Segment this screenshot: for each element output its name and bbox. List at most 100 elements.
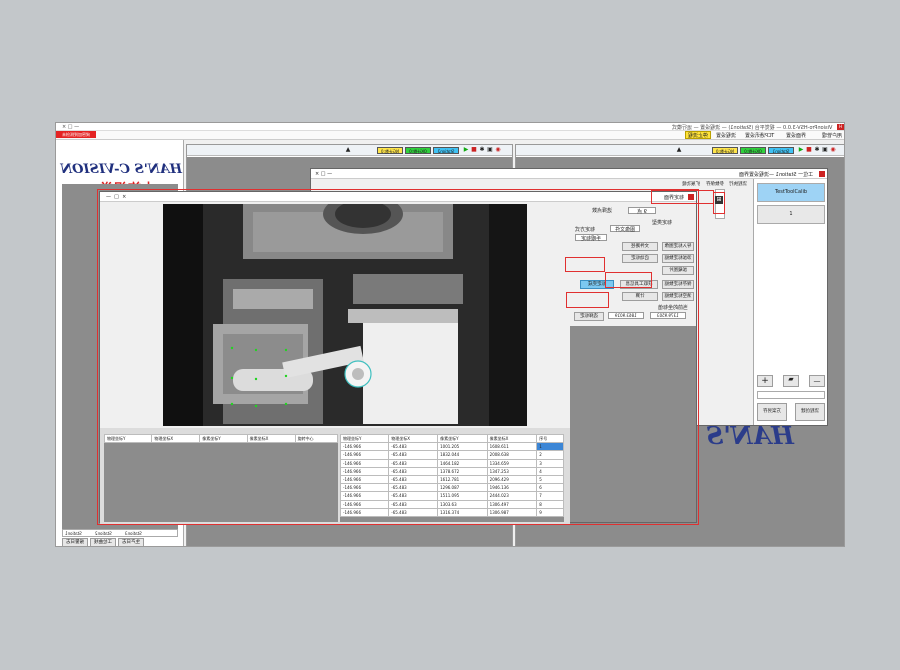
tool-combo[interactable] — [757, 391, 825, 399]
table-row[interactable]: -146.966 -65.483 1316.374 1306.987 9 — [339, 507, 564, 517]
table-cell: 1608.611 — [486, 442, 538, 452]
calib-dialog-title: 标定界面 — [663, 195, 684, 201]
station-curve-button[interactable]: 工位曲线 — [90, 538, 116, 546]
y-coord-field[interactable]: 1863.9019 — [608, 312, 644, 319]
table-row[interactable]: -146.966 -65.483 1001.205 1608.611 1 — [339, 442, 564, 452]
select-point-button[interactable]: 选择标定 — [574, 312, 604, 321]
tab-extension[interactable]: 扩展功能 — [682, 181, 700, 187]
menu-item-flow[interactable]: 流程设置 — [716, 132, 736, 139]
calibration-icon[interactable]: ⊞ — [715, 196, 723, 204]
points-combo[interactable]: 9 点 — [628, 207, 656, 215]
table-cell: 1306.497 — [486, 499, 538, 509]
monitor-icon[interactable]: ▣ — [822, 147, 828, 153]
tab-station2[interactable]: Station2 — [95, 531, 112, 536]
tool-item[interactable]: TestToolCalib — [757, 183, 825, 202]
table-cell: 2444.023 — [486, 491, 538, 501]
table-row[interactable]: -146.966 -65.483 1378.672 1347.253 4 — [339, 466, 564, 476]
camera-icon[interactable]: ■ — [471, 147, 477, 153]
save-plan-button[interactable]: 方案另存 — [757, 403, 787, 421]
ng-counter: NG计数:0 — [377, 147, 403, 154]
table-cell: 2096.429 — [486, 474, 538, 485]
load-image-button[interactable]: 加载图片 — [662, 266, 694, 275]
logo-text: HAN'S C-VISION — [60, 162, 182, 177]
table-cell: -146.966 — [339, 442, 390, 452]
tab-flow-exec[interactable]: 流程执行 — [729, 181, 747, 187]
window-controls[interactable]: × □ — — [62, 124, 79, 130]
gear-icon[interactable]: ✱ — [479, 147, 485, 153]
window-controls[interactable]: — □ × — [106, 194, 126, 200]
table-cell: -65.483 — [388, 450, 439, 460]
get-tool-info-button[interactable]: 获取工具信息 — [620, 280, 658, 289]
calc-button[interactable]: 计算 — [622, 292, 658, 301]
table-cell: 9 — [536, 507, 564, 517]
flask-icon[interactable]: ▲ — [676, 147, 682, 153]
table-row[interactable]: -146.966 -65.483 1296.087 1946.136 6 — [339, 483, 564, 493]
snapshot-icon[interactable]: ◉ — [495, 147, 501, 153]
tool-list-panel: TestToolCalib 1 + ▰ — 方案另存 流程创建 — [753, 179, 827, 425]
flask-icon[interactable]: ▲ — [345, 147, 351, 153]
station-toolbar-right: ▲ NG计数:0 OK计数:0 Station1 ▶ ■ ✱ ▣ ◉ — [516, 145, 844, 156]
table-cell: 1 — [536, 442, 564, 452]
flow-tabs: 扩展功能 参数保存 流程执行 — [682, 181, 747, 187]
run-icon[interactable]: ▶ — [463, 147, 469, 153]
tool-image-icon[interactable]: ▰ — [783, 375, 799, 387]
table-cell: 1296.087 — [437, 483, 488, 493]
file-path-button[interactable]: 文件路径 — [622, 242, 658, 251]
table-cell: 7 — [536, 491, 564, 501]
flow-dialog-title: 工位一 Station1 —流程设置界面 — [738, 172, 813, 178]
table-cell: 2008.638 — [486, 450, 538, 460]
production-log-button[interactable]: 生产日志 — [118, 538, 144, 546]
points-label: 选择点数 — [592, 208, 613, 214]
table-cell: -65.483 — [388, 474, 439, 485]
tab-station1[interactable]: Station1 — [65, 531, 82, 536]
main-window: × □ — VisionPro-HSV-3.0.0 — 视觉平台 (Statio… — [55, 122, 845, 547]
menu-item-ui[interactable]: 界面设置 — [786, 132, 806, 139]
clear-data-button[interactable]: 清空标定数据 — [662, 292, 694, 301]
ok-counter: OK计数:0 — [405, 147, 431, 154]
table-row[interactable]: -146.966 -65.483 1612.781 2096.429 5 — [339, 474, 564, 485]
x-coord-field[interactable]: 1379.9503 — [650, 312, 686, 319]
table-row[interactable]: -146.966 -65.483 1832.044 2008.638 2 — [339, 450, 564, 460]
window-controls[interactable]: × □ — — [315, 171, 332, 177]
tab-param-save[interactable]: 参数保存 — [706, 181, 724, 187]
calib-done-button[interactable]: 标定完成 — [580, 280, 614, 289]
add-calib-data-button[interactable]: 添加标定数据 — [662, 254, 694, 263]
save-data-button[interactable]: 保存标定数据 — [662, 280, 694, 289]
table-cell: 2 — [536, 450, 564, 460]
stop-flow-button[interactable]: 停止流程 — [684, 131, 711, 139]
mode-combo[interactable]: 手眼标定 — [575, 234, 607, 242]
menu-item-tcp[interactable]: TCP通讯设置 — [745, 132, 774, 139]
table-cell: 1347.253 — [486, 466, 538, 476]
table-row[interactable]: -146.966 -65.483 1511.095 2444.023 7 — [339, 491, 564, 501]
calib-type-label: 标定类型 — [652, 220, 673, 226]
tool-index[interactable]: 1 — [757, 205, 825, 224]
ok-counter: OK计数:0 — [740, 147, 766, 154]
file-combo[interactable]: 图像文件 — [610, 225, 640, 233]
table-row[interactable]: -146.966 -65.483 1464.182 1334.659 3 — [339, 458, 564, 468]
x-coord-value: 1379.9503 — [657, 313, 679, 318]
camera-icon[interactable]: ■ — [806, 147, 812, 153]
add-tool-button[interactable]: + — [757, 375, 773, 387]
alarm-log-button[interactable]: 报警日志 — [62, 538, 88, 546]
ng-counter: NG计数:0 — [712, 147, 738, 154]
import-image-button[interactable]: 导入标定图像 — [662, 242, 694, 251]
snapshot-icon[interactable]: ◉ — [830, 147, 836, 153]
col-header: 物理坐标Y — [339, 433, 390, 444]
monitor-icon[interactable]: ▣ — [487, 147, 493, 153]
tab-station3[interactable]: Station3 — [125, 531, 142, 536]
rotation-table-panel: 物理坐标Y 物理坐标X 像素坐标Y 像素坐标X 旋转中心 — [103, 433, 339, 522]
remove-tool-button[interactable]: — — [809, 375, 825, 387]
table-cell: -146.966 — [339, 483, 390, 493]
calibration-dialog: — □ × 标定界面 选择点数 9 点 标定类型 标定方式 图像文件 手眼标定 … — [99, 191, 697, 524]
table-cell: 5 — [536, 474, 564, 485]
table-cell: 1334.659 — [486, 458, 538, 468]
app-icon — [688, 194, 694, 200]
table-cell: -65.483 — [388, 458, 439, 468]
start-calib-button[interactable]: 启动标定 — [622, 254, 658, 263]
create-flow-button[interactable]: 流程创建 — [795, 403, 825, 421]
run-icon[interactable]: ▶ — [798, 147, 804, 153]
table-row[interactable]: -146.966 -65.483 1303.63 1306.497 8 — [339, 499, 564, 509]
gear-icon[interactable]: ✱ — [814, 147, 820, 153]
col-header: 像素坐标Y — [199, 433, 248, 444]
menu-item-user[interactable]: 用户管理 — [822, 132, 842, 139]
